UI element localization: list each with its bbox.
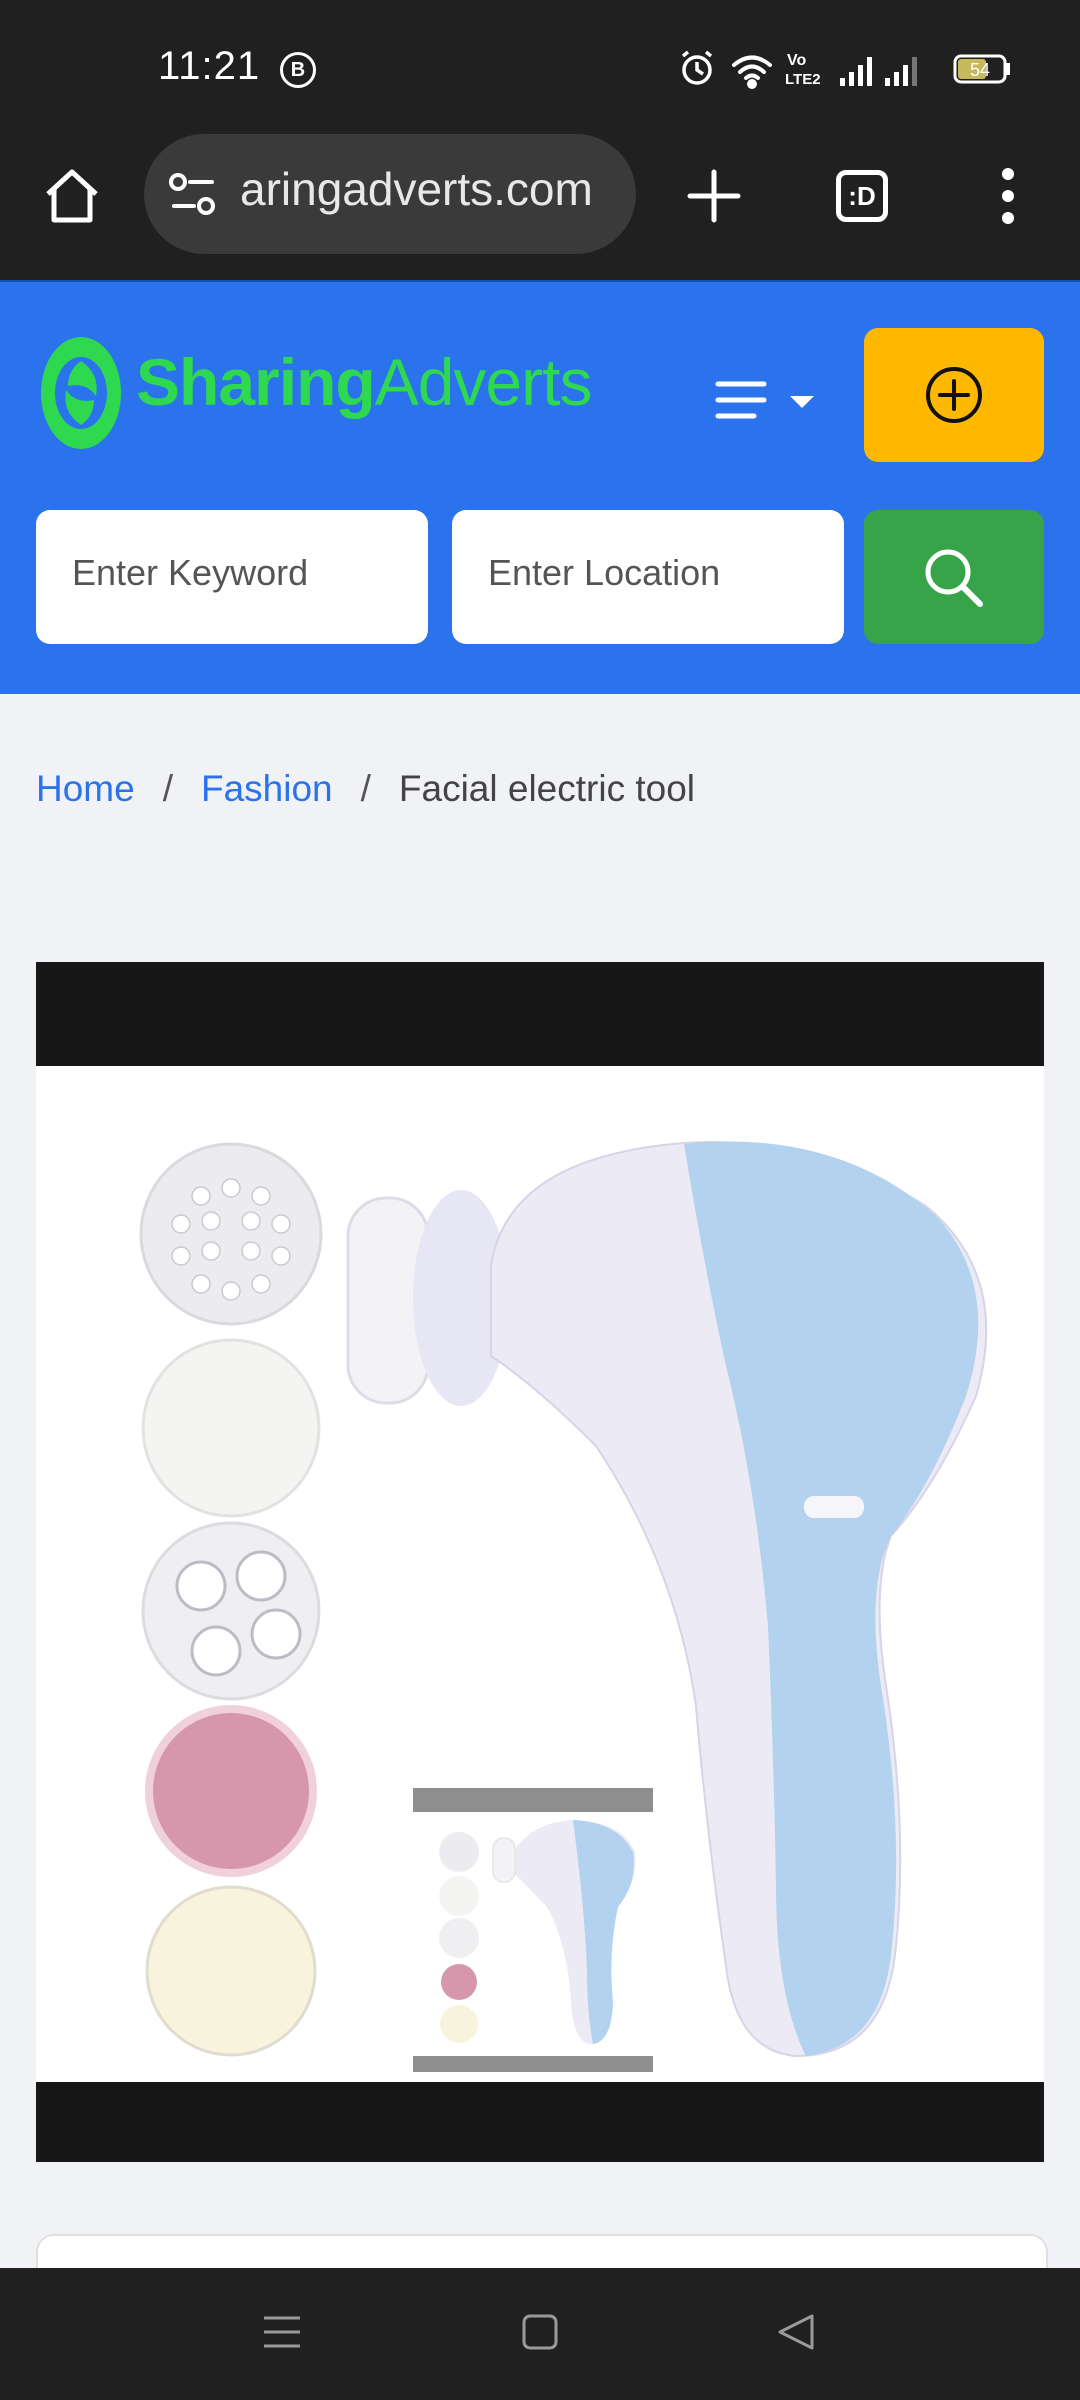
- search-button[interactable]: [864, 510, 1044, 644]
- brush-attachments: [139, 1142, 323, 2057]
- breadcrumb-current: Facial electric tool: [398, 768, 696, 809]
- signal-icon: [885, 57, 917, 86]
- site-header: SharingAdverts: [0, 280, 1080, 694]
- gallery-bottom-bar: [36, 2082, 1044, 2162]
- signal-icon: [840, 57, 872, 86]
- battery-level: 54: [970, 60, 990, 80]
- volte-top: Vo: [787, 52, 806, 69]
- url-text[interactable]: aringadverts.com: [240, 162, 593, 216]
- breadcrumb: Home / Fashion / Facial electric tool: [36, 768, 695, 810]
- logo-icon[interactable]: [38, 334, 124, 452]
- product-image[interactable]: [36, 1066, 1044, 2082]
- location-input[interactable]: [488, 552, 828, 594]
- post-ad-button[interactable]: [864, 328, 1044, 462]
- wifi-icon: [732, 55, 772, 89]
- home-icon[interactable]: [40, 164, 104, 228]
- system-nav-bar: [0, 2268, 1080, 2400]
- logo-light: Adverts: [374, 345, 593, 419]
- thumbnail-image[interactable]: [413, 1788, 653, 2072]
- battery-icon: 54: [953, 54, 1010, 84]
- new-tab-icon[interactable]: [686, 168, 742, 224]
- volte-icon: Vo LTE2: [785, 52, 821, 88]
- browser-toolbar: aringadverts.com :D: [0, 134, 1080, 280]
- menu-icon[interactable]: [712, 372, 822, 432]
- back-icon[interactable]: [776, 2312, 816, 2352]
- product-gallery: [36, 962, 1044, 2162]
- thumbnail-top-bar: [413, 1788, 653, 1812]
- thumbnail-photo: [439, 1820, 636, 2044]
- status-bar: 11:21 B Vo LTE2 54: [0, 0, 1080, 134]
- tab-switcher-icon[interactable]: :D: [836, 170, 888, 222]
- add-circle-icon: [926, 367, 982, 423]
- gallery-top-bar: [36, 962, 1044, 1066]
- home-nav-icon[interactable]: [520, 2312, 560, 2352]
- alarm-icon: [681, 50, 713, 85]
- logo-text[interactable]: SharingAdverts: [136, 344, 593, 420]
- notification-badge-icon: B: [280, 52, 316, 88]
- url-bar[interactable]: aringadverts.com: [144, 134, 636, 254]
- logo-bold: Sharing: [136, 345, 376, 419]
- overflow-menu-icon[interactable]: [990, 166, 1026, 226]
- keyword-input[interactable]: [72, 552, 412, 594]
- keyword-field[interactable]: [36, 510, 428, 644]
- breadcrumb-home-link[interactable]: Home: [36, 768, 135, 809]
- recent-apps-icon[interactable]: [262, 2312, 302, 2352]
- search-icon: [925, 549, 983, 607]
- breadcrumb-separator: /: [360, 768, 371, 809]
- site-settings-icon[interactable]: [168, 170, 218, 218]
- breadcrumb-separator: /: [162, 768, 173, 809]
- status-time: 11:21: [158, 44, 261, 88]
- location-field[interactable]: [452, 510, 844, 644]
- volte-bottom: LTE2: [785, 71, 821, 88]
- thumbnail-bottom-bar: [413, 2056, 653, 2072]
- breadcrumb-fashion-link[interactable]: Fashion: [201, 768, 333, 809]
- status-icons: Vo LTE2 54: [681, 50, 1010, 89]
